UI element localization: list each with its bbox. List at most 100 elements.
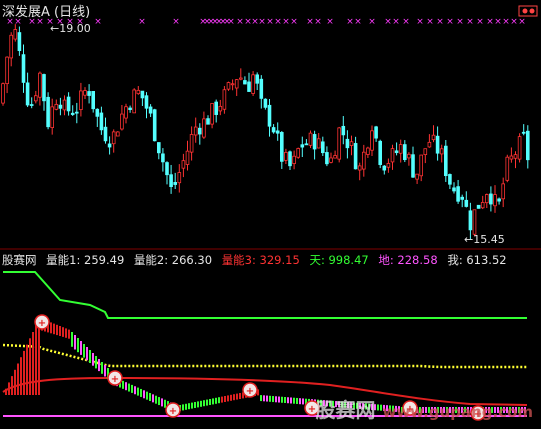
candle-body xyxy=(443,145,448,177)
candle-body xyxy=(140,90,145,99)
candle-body xyxy=(431,134,436,141)
candle-body xyxy=(243,80,247,85)
candle-body xyxy=(349,141,354,146)
candle-body xyxy=(99,112,104,131)
signal-marker: × xyxy=(436,17,444,27)
signal-badge-text: + xyxy=(169,406,177,417)
candle-body xyxy=(62,99,67,111)
candle-body xyxy=(521,131,526,134)
candle-body xyxy=(484,194,489,204)
candle-body xyxy=(320,141,325,154)
signal-marker: × xyxy=(426,17,434,27)
signal-marker: × xyxy=(290,17,298,27)
candle-body xyxy=(472,209,477,235)
chart-canvas: × × × × × × × × × × × ×××××××× × × × × × × × × × × × × × × × × × × × × ×… xyxy=(0,17,541,421)
candle-body xyxy=(46,96,50,128)
candle-body xyxy=(513,154,518,159)
candle-body xyxy=(185,150,190,165)
candle-body xyxy=(206,118,210,125)
candle-body xyxy=(394,150,399,154)
candle-body xyxy=(390,148,395,163)
legend-item: 天: 998.47 xyxy=(309,253,369,267)
candle-body xyxy=(214,101,219,115)
candle-body xyxy=(439,148,444,155)
signal-marker: × xyxy=(326,17,334,27)
signal-marker: × xyxy=(384,17,392,27)
candle-body xyxy=(169,174,173,188)
signal-marker: × xyxy=(510,17,518,27)
candle-body xyxy=(218,105,223,112)
candle-body xyxy=(509,155,514,160)
legend-item: 我: 613.52 xyxy=(447,253,507,267)
corner-icon[interactable] xyxy=(518,2,538,17)
candle-body xyxy=(58,104,63,109)
signal-badge-text: + xyxy=(111,374,119,385)
candle-body xyxy=(501,183,505,200)
signal-marker: × xyxy=(392,17,400,27)
candle-body xyxy=(247,81,251,92)
candle-body xyxy=(50,106,54,128)
candle-body xyxy=(17,32,22,52)
candle-body xyxy=(259,78,264,99)
legend-item: 量能2: 266.30 xyxy=(133,253,213,267)
candle-body xyxy=(284,151,288,161)
signal-marker: × xyxy=(138,17,146,27)
candle-body xyxy=(177,172,182,184)
legend-item: 地: 228.58 xyxy=(378,253,438,267)
candle-body xyxy=(505,156,510,181)
candle-body xyxy=(189,134,194,153)
candle-body xyxy=(79,90,83,110)
signal-marker: × xyxy=(306,17,314,27)
candle-body xyxy=(95,108,100,117)
candle-body xyxy=(161,153,165,163)
signal-marker: × xyxy=(274,17,282,27)
candle-body xyxy=(230,83,235,86)
signal-marker: × xyxy=(476,17,484,27)
candle-body xyxy=(210,103,214,125)
candle-body xyxy=(128,107,132,111)
candle-body xyxy=(296,148,300,158)
indicator-name: 股赛网 xyxy=(2,253,37,267)
candle-body xyxy=(341,125,346,136)
candle-body xyxy=(411,154,415,178)
signal-marker: × xyxy=(227,17,235,27)
signal-marker: × xyxy=(258,17,266,27)
candle-body xyxy=(357,165,362,171)
candle-body xyxy=(21,54,26,83)
candle-body xyxy=(103,126,108,142)
candle-body xyxy=(517,136,522,160)
candle-body xyxy=(87,91,91,96)
signal-marker: × xyxy=(94,17,102,27)
signal-marker: × xyxy=(456,17,464,27)
low-price-label: ←15.45 xyxy=(464,233,505,246)
indicator-legend: 股赛网 量能1: 259.49 量能2: 266.30 量能3: 329.15 … xyxy=(2,252,513,268)
candle-body xyxy=(66,96,71,112)
candle-body xyxy=(386,163,391,168)
signal-marker: × xyxy=(502,17,510,27)
candle-body xyxy=(181,160,186,169)
candle-body xyxy=(25,82,30,106)
candle-body xyxy=(460,196,464,200)
signal-marker: × xyxy=(368,17,376,27)
chart-title: 深发展A (日线) xyxy=(2,5,91,20)
candle-body xyxy=(136,89,141,95)
high-price-value: 19.00 xyxy=(59,22,91,35)
candle-body xyxy=(423,148,428,156)
candle-body xyxy=(407,153,411,159)
candle-body xyxy=(353,143,358,170)
candle-body xyxy=(197,127,202,135)
candle-body xyxy=(374,126,378,139)
candle-body xyxy=(427,141,432,148)
candle-body xyxy=(398,144,403,154)
candle-body xyxy=(165,162,169,176)
signal-marker: × xyxy=(518,17,526,27)
series-line-tian xyxy=(3,271,527,319)
candle-body xyxy=(120,113,124,130)
candle-body xyxy=(144,95,149,109)
signal-marker: × xyxy=(354,17,362,27)
candle-body xyxy=(337,127,341,160)
candle-body xyxy=(173,182,178,185)
candle-body xyxy=(304,143,309,146)
candle-body xyxy=(5,56,9,85)
signal-marker: × xyxy=(172,17,180,27)
